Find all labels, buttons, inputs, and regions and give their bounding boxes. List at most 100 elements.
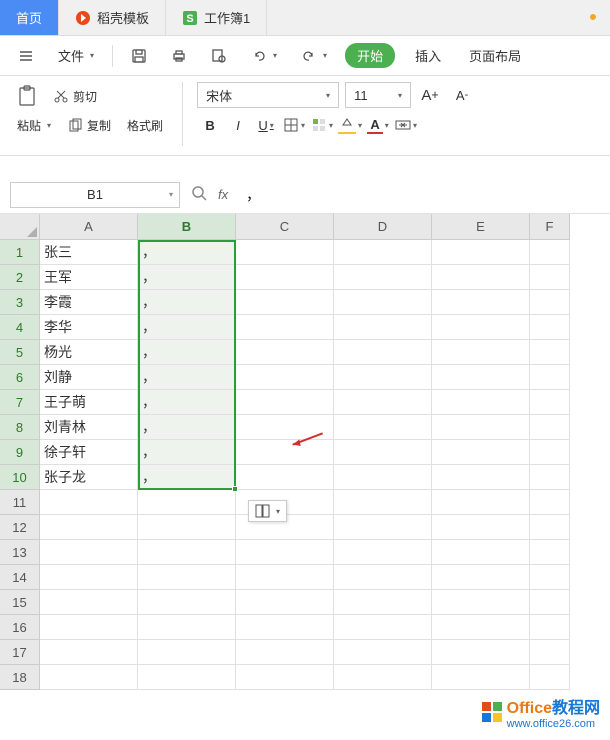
cell[interactable]: ，	[138, 340, 236, 365]
row-header[interactable]: 5	[0, 340, 40, 365]
cell[interactable]	[138, 590, 236, 615]
cell[interactable]	[138, 565, 236, 590]
print-button[interactable]	[165, 44, 193, 68]
cell[interactable]	[334, 640, 432, 665]
name-box[interactable]: B1 ▾	[10, 182, 180, 208]
cell[interactable]: ，	[138, 290, 236, 315]
cell[interactable]	[334, 490, 432, 515]
cell[interactable]	[40, 640, 138, 665]
row-header[interactable]: 11	[0, 490, 40, 515]
cell[interactable]: ，	[138, 440, 236, 465]
ribbon-tab-pagelayout[interactable]: 页面布局	[461, 42, 529, 69]
cell[interactable]	[530, 440, 570, 465]
row-header[interactable]: 18	[0, 665, 40, 690]
cell[interactable]	[40, 615, 138, 640]
cell[interactable]	[334, 240, 432, 265]
cell[interactable]	[40, 665, 138, 690]
decrease-font-button[interactable]: A-	[449, 82, 475, 108]
cell[interactable]: 刘静	[40, 365, 138, 390]
cell[interactable]	[432, 440, 530, 465]
cell[interactable]	[530, 515, 570, 540]
col-header-E[interactable]: E	[432, 214, 530, 240]
cell[interactable]: 王子萌	[40, 390, 138, 415]
cell[interactable]	[530, 415, 570, 440]
cell[interactable]	[432, 415, 530, 440]
cell[interactable]	[530, 665, 570, 690]
cell[interactable]	[432, 565, 530, 590]
cell[interactable]	[432, 290, 530, 315]
cell[interactable]: ，	[138, 365, 236, 390]
font-color-button[interactable]: A▾	[365, 112, 391, 138]
cell[interactable]	[236, 540, 334, 565]
cell[interactable]	[530, 540, 570, 565]
row-header[interactable]: 6	[0, 365, 40, 390]
cell[interactable]	[236, 390, 334, 415]
select-all-corner[interactable]	[0, 214, 40, 240]
font-size-select[interactable]: 11▾	[345, 82, 411, 108]
undo-button[interactable]: ▾	[245, 44, 283, 68]
cell[interactable]: 张子龙	[40, 465, 138, 490]
format-painter-button[interactable]: 格式刷	[122, 114, 168, 137]
cell[interactable]	[334, 565, 432, 590]
print-preview-button[interactable]	[205, 44, 233, 68]
cell[interactable]	[40, 490, 138, 515]
row-header[interactable]: 7	[0, 390, 40, 415]
clipboard-icon[interactable]	[12, 82, 42, 110]
ribbon-tab-start[interactable]: 开始	[345, 43, 395, 68]
border-button[interactable]: ▾	[281, 112, 307, 138]
cell[interactable]	[530, 315, 570, 340]
cell[interactable]	[236, 290, 334, 315]
cell[interactable]	[432, 615, 530, 640]
cell[interactable]	[530, 615, 570, 640]
cell[interactable]	[432, 465, 530, 490]
paste-button[interactable]: 粘贴▾	[12, 114, 56, 137]
cell[interactable]: 王军	[40, 265, 138, 290]
cell[interactable]	[138, 615, 236, 640]
cell[interactable]	[530, 340, 570, 365]
col-header-D[interactable]: D	[334, 214, 432, 240]
col-header-B[interactable]: B	[138, 214, 236, 240]
row-header[interactable]: 10	[0, 465, 40, 490]
cell[interactable]: ，	[138, 315, 236, 340]
cell[interactable]	[432, 515, 530, 540]
cell-style-button[interactable]: ▾	[309, 112, 335, 138]
cell[interactable]	[432, 390, 530, 415]
tab-home[interactable]: 首页	[0, 0, 59, 35]
cell[interactable]: 刘青林	[40, 415, 138, 440]
cell[interactable]: 杨光	[40, 340, 138, 365]
cell[interactable]	[40, 590, 138, 615]
merge-cells-button[interactable]: ▾	[393, 112, 419, 138]
cell[interactable]	[236, 265, 334, 290]
search-icon[interactable]	[190, 184, 208, 205]
tab-docer[interactable]: 稻壳模板	[59, 0, 166, 35]
increase-font-button[interactable]: A+	[417, 82, 443, 108]
cell[interactable]	[334, 590, 432, 615]
row-header[interactable]: 17	[0, 640, 40, 665]
cell[interactable]	[236, 590, 334, 615]
cell[interactable]	[138, 665, 236, 690]
row-header[interactable]: 8	[0, 415, 40, 440]
hamburger-menu-icon[interactable]	[12, 44, 40, 68]
col-header-C[interactable]: C	[236, 214, 334, 240]
cell[interactable]	[530, 290, 570, 315]
cell[interactable]	[334, 465, 432, 490]
cell[interactable]	[432, 365, 530, 390]
row-header[interactable]: 9	[0, 440, 40, 465]
cell[interactable]	[40, 540, 138, 565]
cell[interactable]	[138, 640, 236, 665]
cell[interactable]	[236, 465, 334, 490]
cell[interactable]: ，	[138, 415, 236, 440]
cell[interactable]	[236, 565, 334, 590]
cell[interactable]	[432, 665, 530, 690]
cell[interactable]	[138, 515, 236, 540]
formula-input[interactable]	[238, 182, 600, 208]
row-header[interactable]: 13	[0, 540, 40, 565]
cell[interactable]	[236, 640, 334, 665]
cell[interactable]	[334, 415, 432, 440]
cell[interactable]	[334, 515, 432, 540]
cell[interactable]	[530, 565, 570, 590]
redo-button[interactable]: ▾	[295, 44, 333, 68]
fill-color-button[interactable]: ▾	[337, 112, 363, 138]
cell[interactable]	[432, 340, 530, 365]
row-header[interactable]: 15	[0, 590, 40, 615]
